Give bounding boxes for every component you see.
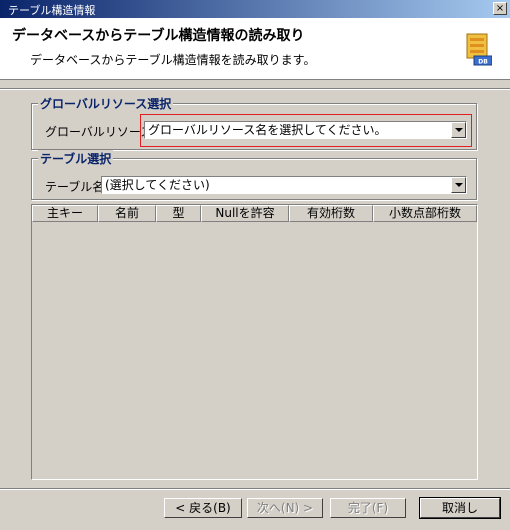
column-header[interactable]: Nullを許容 — [201, 205, 289, 222]
table-name-selected: (選択してください) — [105, 178, 210, 192]
column-header[interactable]: 小数点部桁数 — [373, 205, 477, 222]
chevron-down-icon[interactable] — [451, 177, 466, 193]
close-button[interactable]: × — [493, 2, 507, 15]
footer-separator — [0, 488, 510, 490]
back-button[interactable]: < 戻る(B) — [164, 498, 242, 518]
window-title: テーブル構造情報 — [8, 4, 96, 17]
wizard-header: データベースからテーブル構造情報の読み取り データベースからテーブル構造情報を読… — [0, 18, 510, 80]
columns-table[interactable]: 主キー 名前 型 Nullを許容 有効桁数 小数点部桁数 — [31, 204, 478, 480]
table-name-combo[interactable]: (選択してください) — [101, 176, 467, 194]
table-header-row: 主キー 名前 型 Nullを許容 有効桁数 小数点部桁数 — [32, 205, 477, 222]
cancel-button[interactable]: 取消し — [419, 497, 501, 519]
column-header[interactable]: 有効桁数 — [289, 205, 373, 222]
page-description: データベースからテーブル構造情報を読み取ります。 — [30, 53, 316, 67]
column-header[interactable]: 名前 — [98, 205, 156, 222]
global-resource-legend: グローバルリソース選択 — [38, 95, 174, 112]
table-name-label: テーブル名 — [45, 180, 105, 194]
title-bar: テーブル構造情報 × — [0, 0, 510, 18]
next-button[interactable]: 次へ(N) > — [247, 498, 323, 518]
table-select-legend: テーブル選択 — [38, 150, 114, 167]
database-icon-label: DB — [478, 59, 488, 66]
column-header[interactable]: 主キー — [32, 205, 98, 222]
global-resource-highlight — [140, 114, 472, 147]
header-separator — [0, 88, 510, 90]
column-header[interactable]: 型 — [156, 205, 201, 222]
database-icon: DB — [466, 33, 492, 66]
finish-button[interactable]: 完了(F) — [330, 498, 406, 518]
page-title: データベースからテーブル構造情報の読み取り — [12, 28, 305, 44]
